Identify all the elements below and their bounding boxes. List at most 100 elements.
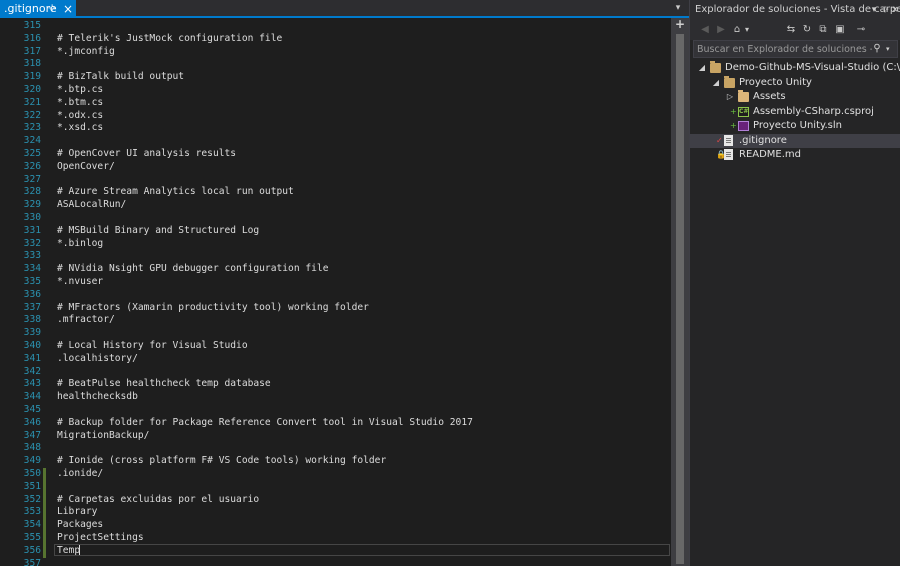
line-number: 315 (23, 20, 41, 31)
code-line[interactable]: 345 (0, 404, 671, 417)
change-marker (43, 480, 46, 494)
line-number: 329 (23, 199, 41, 211)
home-dropdown-icon[interactable]: ▾ (743, 22, 751, 38)
code-line[interactable]: 336 (0, 289, 671, 302)
tree-node[interactable]: ◢ Demo-Github-MS-Visual-Studio (C:\Users\ (690, 61, 900, 75)
code-line[interactable]: 339 (0, 327, 671, 340)
code-line[interactable]: 318 (0, 58, 671, 71)
properties-icon[interactable]: ⊸ (854, 22, 868, 38)
code-line[interactable]: 316 # Telerik's JustMock configuration fi… (0, 33, 671, 46)
code-line[interactable]: 315 (0, 20, 671, 33)
line-text: # MFractors (Xamarin productivity tool) … (57, 301, 369, 313)
code-line[interactable]: 340 # Local History for Visual Studio (0, 340, 671, 353)
close-icon[interactable]: × (63, 0, 73, 18)
line-number: 350 (23, 468, 41, 479)
code-line[interactable]: 328 # Azure Stream Analytics local run ou… (0, 186, 671, 199)
line-number: 354 (23, 519, 41, 531)
forward-icon[interactable]: ▶ (714, 22, 728, 38)
collapse-arrow-icon[interactable]: ◢ (698, 61, 706, 75)
tree-node[interactable]: ◢ Proyecto Unity (690, 75, 900, 90)
code-line[interactable]: 327 (0, 174, 671, 187)
back-icon[interactable]: ◀ (698, 22, 712, 38)
tree-node-label: Proyecto Unity (739, 76, 812, 88)
code-line[interactable]: 334 # NVidia Nsight GPU debugger configur… (0, 263, 671, 276)
tab-list-dropdown-icon[interactable]: ▾ (673, 2, 683, 14)
pin-icon[interactable]: ⊹ (48, 0, 56, 18)
home-icon[interactable]: ⌂ (730, 22, 744, 38)
code-line[interactable]: 329 ASALocalRun/ (0, 199, 671, 212)
code-line[interactable]: 346 # Backup folder for Package Reference… (0, 417, 671, 430)
pin-icon[interactable]: ⊹ (880, 3, 890, 17)
solution-explorer-search[interactable]: ⚲ ▾ (693, 40, 898, 58)
tree-node[interactable]: + C# Assembly-CSharp.csproj (690, 105, 900, 119)
code-text-area[interactable]: 315 316 # Telerik's JustMock configuration… (0, 18, 671, 566)
tree-node[interactable]: ▷ Assets (690, 90, 900, 104)
code-line[interactable]: 325 # OpenCover UI analysis results (0, 148, 671, 161)
code-line[interactable]: 355 ProjectSettings (0, 532, 671, 545)
code-line[interactable]: 331 # MSBuild Binary and Structured Log (0, 225, 671, 238)
line-number: 336 (23, 288, 41, 300)
line-number: 339 (23, 327, 41, 339)
line-text: # BizTalk build output (57, 71, 185, 83)
line-text: Library (57, 506, 98, 518)
code-line[interactable]: 353 Library (0, 506, 671, 520)
change-marker (43, 468, 46, 481)
code-line[interactable]: 337 # MFractors (Xamarin productivity too… (0, 302, 671, 315)
file-icon (724, 134, 733, 146)
code-line[interactable]: 350 .ionide/ (0, 468, 671, 481)
search-icon[interactable]: ⚲ (871, 42, 883, 56)
code-line[interactable]: 321 *.btm.cs (0, 97, 671, 110)
code-line[interactable]: 324 (0, 135, 671, 148)
line-number: 344 (23, 391, 41, 403)
line-text: *.xsd.cs (57, 122, 104, 134)
search-input[interactable] (697, 42, 872, 56)
vertical-scrollbar[interactable]: + (671, 18, 689, 566)
code-line[interactable]: 341 .localhistory/ (0, 353, 671, 366)
switch-views-icon[interactable]: ⇆ (784, 22, 798, 38)
change-marker (43, 532, 46, 545)
code-line[interactable]: 352 # Carpetas excluidas por el usuario (0, 493, 671, 507)
line-number: 324 (23, 135, 41, 147)
code-line[interactable]: 330 (0, 212, 671, 225)
code-line[interactable]: 320 *.btp.cs (0, 84, 671, 97)
close-icon[interactable]: × (890, 3, 900, 17)
show-all-files-icon[interactable]: ▣ (833, 22, 847, 38)
search-options-dropdown-icon[interactable]: ▾ (886, 42, 894, 56)
code-line[interactable]: 326 OpenCover/ (0, 161, 671, 174)
line-text: # Local History for Visual Studio (57, 340, 248, 351)
code-line[interactable]: 335 *.nvuser (0, 276, 671, 289)
split-window-icon[interactable]: + (672, 18, 688, 30)
refresh-icon[interactable]: ↻ (800, 22, 814, 38)
code-line[interactable]: 349 # Ionide (cross platform F# VS Code t… (0, 455, 671, 468)
line-text: ProjectSettings (57, 532, 144, 543)
git-added-icon: + (730, 106, 737, 116)
scrollbar-thumb[interactable] (676, 34, 684, 564)
code-editor[interactable]: .gitignore ⊹ × ▾ 315 316 # Telerik's JustM… (0, 0, 689, 566)
tree-node[interactable]: 🔒 README.md (690, 148, 900, 162)
code-line[interactable]: 323 *.xsd.cs (0, 122, 671, 135)
expand-arrow-icon[interactable]: ▷ (726, 90, 734, 104)
code-line[interactable]: 344 healthchecksdb (0, 391, 671, 404)
code-line[interactable]: 357 (0, 558, 671, 566)
code-line[interactable]: 332 *.binlog (0, 238, 671, 251)
code-line[interactable]: 348 (0, 442, 671, 455)
collapse-arrow-icon[interactable]: ◢ (712, 76, 720, 90)
code-line[interactable]: 351 (0, 480, 671, 494)
code-line[interactable]: 319 # BizTalk build output (0, 71, 671, 84)
code-line[interactable]: 354 Packages (0, 519, 671, 532)
code-line[interactable]: 342 (0, 366, 671, 379)
code-line[interactable]: 322 *.odx.cs (0, 110, 671, 123)
tree-node[interactable]: ✓ .gitignore (690, 133, 900, 148)
tree-node[interactable]: + Proyecto Unity.sln (690, 119, 900, 133)
code-line[interactable]: 317 *.jmconfig (0, 46, 671, 59)
line-text: *.btp.cs (57, 84, 104, 95)
tab-gitignore[interactable]: .gitignore ⊹ × (0, 0, 76, 18)
line-number: 348 (23, 442, 41, 454)
code-line[interactable]: 343 # BeatPulse healthcheck temp database (0, 378, 671, 391)
window-position-dropdown-icon[interactable]: ▾ (869, 3, 879, 17)
line-number: 321 (23, 96, 41, 108)
code-line[interactable]: 347 MigrationBackup/ (0, 430, 671, 443)
collapse-all-icon[interactable]: ⧉ (816, 22, 830, 38)
code-line[interactable]: 338 .mfractor/ (0, 314, 671, 327)
code-line[interactable]: 333 (0, 250, 671, 263)
